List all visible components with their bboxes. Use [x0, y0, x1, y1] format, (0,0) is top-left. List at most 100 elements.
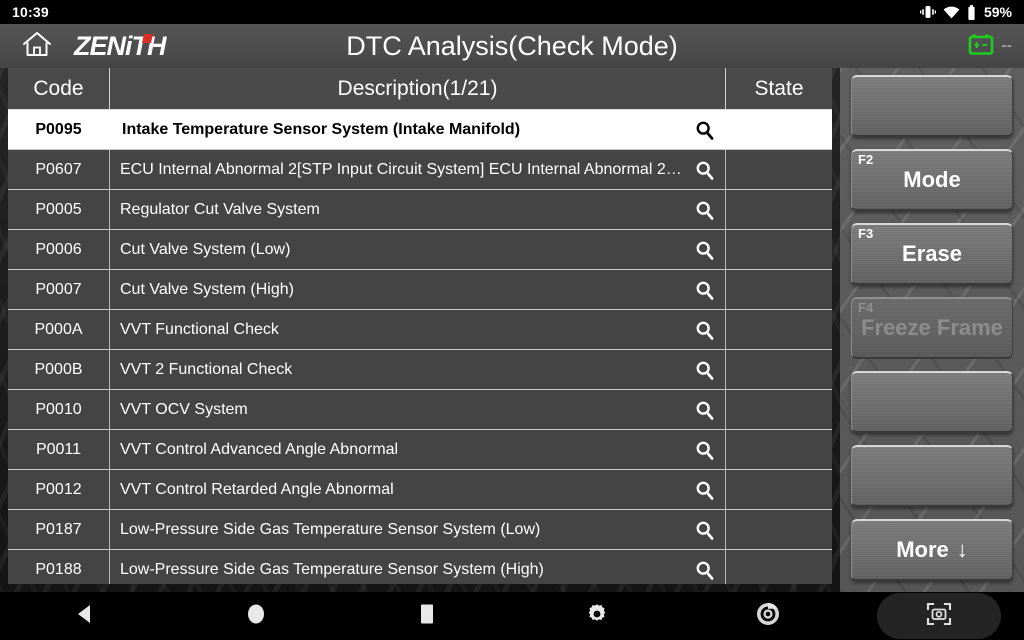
nav-settings-button[interactable]	[512, 592, 683, 640]
table-row[interactable]: P0187 Low-Pressure Side Gas Temperature S…	[8, 510, 832, 550]
cell-dtc-state	[726, 510, 832, 549]
dtc-description-text: Low-Pressure Side Gas Temperature Sensor…	[120, 560, 544, 578]
dtc-description-text: VVT Control Advanced Angle Abnormal	[120, 440, 399, 458]
sidebar-button-empty-1[interactable]	[851, 75, 1013, 137]
function-key-label: F4	[858, 300, 874, 315]
status-clock: 10:39	[12, 4, 49, 20]
dtc-description-text: Intake Temperature Sensor System (Intake…	[122, 120, 521, 138]
screenshot-pill[interactable]	[876, 593, 1001, 639]
table-row[interactable]: P0005 Regulator Cut Valve System	[8, 190, 832, 230]
down-arrow-icon: ↓	[956, 537, 968, 562]
home-icon	[22, 30, 52, 63]
magnifier-icon[interactable]	[695, 320, 715, 340]
cell-dtc-description: ECU Internal Abnormal 2[STP Input Circui…	[110, 150, 726, 189]
nav-chrome-button[interactable]	[683, 592, 854, 640]
cell-dtc-state	[726, 550, 832, 584]
nav-back-button[interactable]	[0, 592, 171, 640]
magnifier-icon[interactable]	[695, 160, 715, 180]
magnifier-icon[interactable]	[695, 480, 715, 500]
cell-dtc-description: VVT 2 Functional Check	[110, 350, 726, 389]
sidebar-button-more[interactable]: More ↓	[851, 519, 1013, 581]
sidebar-button-label: More ↓	[896, 537, 968, 563]
sidebar-button-text: Erase	[902, 241, 962, 266]
cell-dtc-description: Regulator Cut Valve System	[110, 190, 726, 229]
cell-dtc-state	[726, 230, 832, 269]
table-row[interactable]: P0095 Intake Temperature Sensor System (I…	[8, 110, 832, 150]
magnifier-icon[interactable]	[695, 200, 715, 220]
table-row[interactable]: P0006 Cut Valve System (Low)	[8, 230, 832, 270]
magnifier-icon[interactable]	[695, 120, 715, 140]
cell-dtc-description: Intake Temperature Sensor System (Intake…	[110, 110, 726, 149]
nav-screenshot-button[interactable]	[853, 592, 1024, 640]
magnifier-icon[interactable]	[695, 520, 715, 540]
column-header-state: State	[754, 76, 804, 100]
cell-dtc-code: P0187	[8, 510, 110, 549]
function-key-label: F3	[858, 226, 874, 241]
sidebar-button-text: Mode	[903, 167, 961, 192]
battery-icon	[967, 4, 976, 20]
table-row[interactable]: P0007 Cut Valve System (High)	[8, 270, 832, 310]
cell-dtc-code: P000A	[8, 310, 110, 349]
sidebar-button-empty-6[interactable]	[851, 445, 1013, 507]
table-row[interactable]: P0012 VVT Control Retarded Angle Abnormal	[8, 470, 832, 510]
cell-dtc-description: VVT Control Retarded Angle Abnormal	[110, 470, 726, 509]
sidebar-button-mode[interactable]: F2 Mode	[851, 149, 1013, 211]
magnifier-icon[interactable]	[695, 400, 715, 420]
magnifier-icon[interactable]	[695, 560, 715, 580]
chrome-browser-icon	[756, 602, 780, 631]
dtc-description-text: VVT OCV System	[120, 400, 248, 418]
magnifier-icon[interactable]	[695, 440, 715, 460]
column-header-code: Code	[8, 68, 110, 109]
magnifier-icon[interactable]	[695, 360, 715, 380]
sidebar-button-empty-5[interactable]	[851, 371, 1013, 433]
table-row[interactable]: P000A VVT Functional Check	[8, 310, 832, 350]
function-key-label: F2	[858, 152, 874, 167]
wifi-icon	[943, 6, 960, 19]
home-circle-icon	[246, 603, 266, 630]
cell-dtc-description: VVT OCV System	[110, 390, 726, 429]
nav-recents-button[interactable]	[341, 592, 512, 640]
dtc-description-text: VVT 2 Functional Check	[120, 360, 293, 378]
home-button[interactable]	[14, 24, 60, 68]
cell-dtc-code: P0007	[8, 270, 110, 309]
sidebar-button-erase[interactable]: F3 Erase	[851, 223, 1013, 285]
magnifier-icon[interactable]	[695, 280, 715, 300]
dtc-table-header-row: Code Description(1/21) State	[8, 68, 832, 110]
dtc-description-text: Cut Valve System (Low)	[120, 240, 291, 258]
android-status-bar: 10:39 59%	[0, 0, 1024, 24]
dtc-table: Code Description(1/21) State P0095 Intake…	[8, 68, 832, 584]
magnifier-icon[interactable]	[695, 240, 715, 260]
dtc-description-text: Cut Valve System (High)	[120, 280, 294, 298]
settings-gear-icon	[585, 602, 609, 631]
back-triangle-icon	[76, 604, 94, 629]
table-row[interactable]: P0607 ECU Internal Abnormal 2[STP Input C…	[8, 150, 832, 190]
dtc-description-text: ECU Internal Abnormal 2[STP Input Circui…	[120, 160, 685, 178]
cell-dtc-description: Cut Valve System (Low)	[110, 230, 726, 269]
table-row[interactable]: P0188 Low-Pressure Side Gas Temperature S…	[8, 550, 832, 584]
cell-dtc-state	[726, 190, 832, 229]
cell-dtc-description: Cut Valve System (High)	[110, 270, 726, 309]
sidebar-button-label: Mode	[903, 167, 960, 193]
cell-dtc-state	[726, 310, 832, 349]
table-row[interactable]: P0011 VVT Control Advanced Angle Abnormal	[8, 430, 832, 470]
dtc-description-text: VVT Functional Check	[120, 320, 279, 338]
cell-dtc-code: P0607	[8, 150, 110, 189]
nav-home-button[interactable]	[171, 592, 342, 640]
cell-dtc-code: P0010	[8, 390, 110, 429]
cell-dtc-description: Low-Pressure Side Gas Temperature Sensor…	[110, 510, 726, 549]
cell-dtc-description: VVT Control Advanced Angle Abnormal	[110, 430, 726, 469]
car-battery-icon	[968, 32, 994, 61]
android-navigation-bar	[0, 592, 1024, 640]
table-row[interactable]: P0010 VVT OCV System	[8, 390, 832, 430]
cell-dtc-state	[726, 110, 832, 149]
diagnostic-app-window: 10:39 59% ZENiTH DTC Analysis(Check Mode…	[0, 0, 1024, 640]
cell-dtc-state	[726, 270, 832, 309]
zenith-brand-logo: ZENiTH	[74, 32, 166, 60]
cell-dtc-state	[726, 350, 832, 389]
cell-dtc-description: VVT Functional Check	[110, 310, 726, 349]
status-icon-group: 59%	[919, 4, 1012, 20]
column-header-description: Description(1/21)	[110, 68, 726, 109]
cell-dtc-code: P0005	[8, 190, 110, 229]
table-row[interactable]: P000B VVT 2 Functional Check	[8, 350, 832, 390]
cell-dtc-state	[726, 150, 832, 189]
